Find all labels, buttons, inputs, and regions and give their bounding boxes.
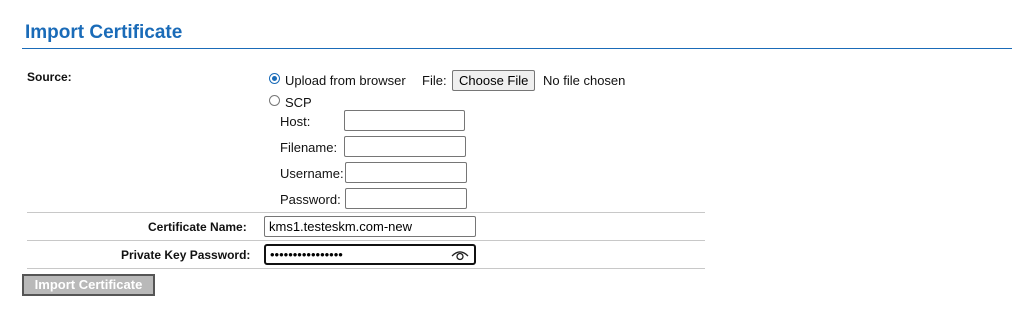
scp-password-input[interactable] [345,188,467,209]
filename-input[interactable] [344,136,466,157]
choose-file-button[interactable]: Choose File [452,70,536,91]
source-label: Source: [27,70,72,84]
host-label: Host: [280,114,311,129]
filename-label: Filename: [280,140,338,155]
eye-icon[interactable] [451,249,469,261]
certificate-name-input[interactable] [264,216,476,237]
certificate-name-label: Certificate Name: [148,220,247,234]
username-label: Username: [280,166,344,181]
title-divider [22,48,1012,49]
row-divider [27,268,705,269]
host-input[interactable] [344,110,465,131]
file-label: File: [422,73,447,88]
upload-from-browser-label[interactable]: Upload from browser [285,73,406,88]
username-input[interactable] [345,162,467,183]
upload-from-browser-radio[interactable] [269,73,280,84]
private-key-password-label: Private Key Password: [121,248,251,262]
import-certificate-button[interactable]: Import Certificate [22,274,155,296]
scp-radio[interactable] [269,95,280,106]
row-divider [27,240,705,241]
private-key-password-input[interactable] [264,244,476,265]
password-label: Password: [280,192,341,207]
scp-label[interactable]: SCP [285,95,312,110]
row-divider [27,212,705,213]
no-file-chosen-text: No file chosen [543,73,626,88]
page-title: Import Certificate [25,22,183,43]
